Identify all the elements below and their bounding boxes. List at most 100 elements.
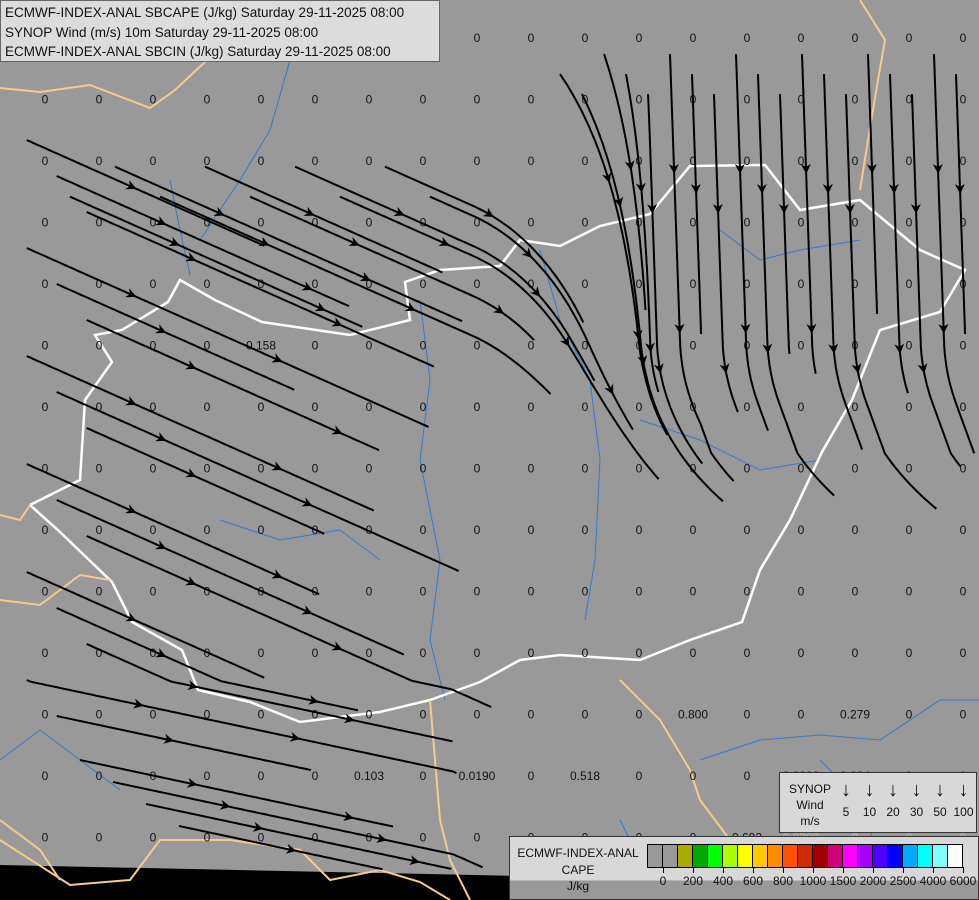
- cape-color-cell: [678, 845, 693, 867]
- cin-value: 0: [582, 462, 589, 476]
- cin-value: 0: [528, 216, 535, 230]
- cape-tick-mark: [903, 867, 904, 873]
- cin-value: 0: [420, 523, 427, 537]
- cin-value: 0: [420, 400, 427, 414]
- down-arrow-icon: ↓: [864, 779, 875, 801]
- cin-value: 0: [960, 339, 967, 353]
- cin-value: 0: [150, 277, 157, 291]
- cin-value: 0: [798, 708, 805, 722]
- cin-value: 0: [204, 277, 211, 291]
- cin-value: 0: [690, 216, 697, 230]
- cape-legend-title: ECMWF-INDEX-ANAL CAPE J/kg: [514, 845, 642, 895]
- synop-speed-30: ↓ 30: [905, 779, 929, 819]
- cape-tick-mark: [813, 867, 814, 873]
- synop-speed-label: 5: [842, 805, 850, 819]
- cin-value: 0: [690, 585, 697, 599]
- cin-value: 0: [96, 339, 103, 353]
- cape-color-cell: [693, 845, 708, 867]
- cin-value: 0.103: [354, 769, 384, 783]
- down-arrow-icon: ↓: [911, 779, 922, 801]
- cin-value: 0: [582, 31, 589, 45]
- cin-value: 0: [960, 523, 967, 537]
- cin-value: 0: [366, 154, 373, 168]
- cin-value: 0: [960, 462, 967, 476]
- cin-value: 0: [906, 216, 913, 230]
- weather-map[interactable]: 0 0 0 0 0 0 0 0 0 0 0 0 0 0 0 0 0 0 0 0 0 0 0 0 0 0 0 0 0 0 0 0 0 0 0 0 0 0 0 0…: [0, 0, 979, 900]
- cin-value: 0: [150, 831, 157, 845]
- cape-legend-title-line: J/kg: [566, 879, 589, 893]
- cin-value: 0: [42, 93, 49, 107]
- cin-value: 0: [690, 646, 697, 660]
- cin-value: 0: [204, 769, 211, 783]
- cin-value: 0: [258, 93, 265, 107]
- cin-value: 0: [690, 31, 697, 45]
- cin-value: 0: [690, 523, 697, 537]
- cin-value: 0: [42, 277, 49, 291]
- cape-color-cell: [738, 845, 753, 867]
- cin-value: 0: [528, 585, 535, 599]
- synop-speed-label: 20: [886, 805, 900, 819]
- cin-value: 0: [96, 462, 103, 476]
- cin-value: 0: [42, 523, 49, 537]
- cin-value: 0: [474, 708, 481, 722]
- cin-value: 0: [798, 462, 805, 476]
- down-arrow-icon: ↓: [841, 779, 851, 801]
- cin-value: 0: [150, 585, 157, 599]
- cape-color-cell: [708, 845, 723, 867]
- cin-value: 0: [798, 646, 805, 660]
- cin-value: 0: [42, 646, 49, 660]
- cin-value: 0: [906, 277, 913, 291]
- cin-value: 0: [852, 216, 859, 230]
- cin-value: 0: [42, 708, 49, 722]
- cin-value: 0: [582, 523, 589, 537]
- cin-value: 0: [528, 462, 535, 476]
- cin-value: 0: [960, 154, 967, 168]
- cin-value: 0.158: [246, 339, 276, 353]
- cin-value: 0: [852, 585, 859, 599]
- cin-value: 0: [906, 523, 913, 537]
- cape-color-cell: [888, 845, 903, 867]
- cin-value: 0: [636, 769, 643, 783]
- cin-value: 0: [636, 93, 643, 107]
- cin-value: 0: [744, 708, 751, 722]
- synop-speed-5: ↓ 5: [834, 779, 858, 819]
- cin-value: 0: [798, 216, 805, 230]
- cape-color-cell: [648, 845, 663, 867]
- cin-value: 0: [906, 339, 913, 353]
- cin-value: 0: [258, 400, 265, 414]
- cin-value: 0: [636, 400, 643, 414]
- cin-value: 0: [96, 93, 103, 107]
- cin-value: 0: [852, 462, 859, 476]
- cin-value: 0: [474, 339, 481, 353]
- cin-value: 0: [528, 154, 535, 168]
- map-background: [0, 0, 979, 900]
- cin-value: 0: [366, 646, 373, 660]
- cape-color-cell: [948, 845, 962, 867]
- cin-value: 0: [798, 523, 805, 537]
- cin-value: 0: [258, 462, 265, 476]
- cin-value: 0: [636, 31, 643, 45]
- cin-value: 0: [636, 646, 643, 660]
- cin-value: 0: [42, 154, 49, 168]
- cin-value: 0: [744, 769, 751, 783]
- cin-value: 0: [420, 646, 427, 660]
- cin-value: 0: [258, 708, 265, 722]
- cin-value: 0: [420, 462, 427, 476]
- cin-value: 0: [366, 93, 373, 107]
- cin-value: 0: [744, 585, 751, 599]
- cin-value: 0: [744, 216, 751, 230]
- cin-value: 0: [744, 154, 751, 168]
- cin-value: 0: [474, 462, 481, 476]
- cin-value: 0: [690, 339, 697, 353]
- cin-value: 0: [150, 154, 157, 168]
- title-sbcin: ECMWF-INDEX-ANAL SBCIN (J/kg) Saturday 2…: [5, 44, 391, 59]
- cin-value: 0: [42, 400, 49, 414]
- cape-color-cell: [798, 845, 813, 867]
- synop-legend-title-line: m/s: [800, 814, 820, 828]
- cin-value: 0: [204, 462, 211, 476]
- cin-value: 0.0190: [459, 769, 496, 783]
- synop-legend-title-line: SYNOP: [788, 782, 831, 796]
- cin-value: 0: [582, 646, 589, 660]
- cin-value: 0: [258, 769, 265, 783]
- cin-value: 0: [960, 93, 967, 107]
